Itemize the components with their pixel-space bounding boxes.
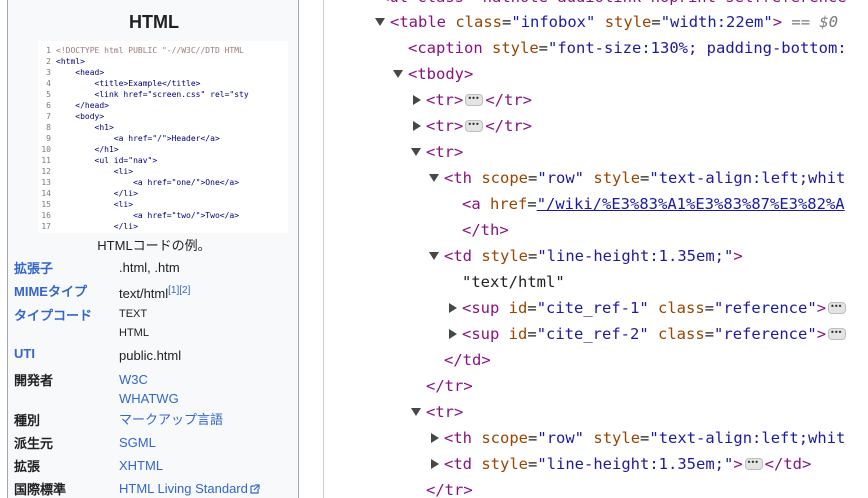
ellipsis-icon[interactable] xyxy=(744,450,763,476)
mime-value-text: text/html xyxy=(119,286,169,301)
typecode-value-1: TEXT xyxy=(119,308,148,320)
collapse-triangle-icon[interactable] xyxy=(431,459,439,469)
standard-link[interactable]: HTML Living Standard xyxy=(119,481,248,496)
infobox: HTML 1 <!DOCTYPE html PUBLIC "-//W3C//DTD… xyxy=(7,0,299,498)
extended-to-link[interactable]: XHTML xyxy=(119,458,163,473)
ellipsis-icon[interactable] xyxy=(828,294,847,320)
code-line: 11 <ul id="nav"> xyxy=(41,156,158,165)
expand-triangle-icon[interactable] xyxy=(393,70,403,78)
expand-triangle-icon[interactable] xyxy=(429,252,439,260)
ellipsis-icon[interactable] xyxy=(465,86,484,112)
pane-divider[interactable] xyxy=(300,0,324,498)
code-line: 7 <body> xyxy=(46,112,105,121)
infobox-value-derived-from: SGML xyxy=(119,433,156,452)
code-line: 2 <html> xyxy=(46,57,85,66)
typecode-value-2: HTML xyxy=(119,327,149,339)
code-line: 4 <title>Example</title> xyxy=(46,79,201,88)
code-line: 3 <head> xyxy=(46,68,105,77)
html-code-example-image[interactable]: 1 <!DOCTYPE html PUBLIC "-//W3C//DTD HTML… xyxy=(38,41,288,233)
code-line: 1 <!DOCTYPE html PUBLIC "-//W3C//DTD HTML xyxy=(46,46,244,55)
kind-link[interactable]: マークアップ言語 xyxy=(119,412,223,427)
code-line: 16 <a href="two/">Two</a> xyxy=(41,211,240,220)
infobox-label-kind: 種別 xyxy=(14,413,41,428)
wikipedia-article-pane: HTML 1 <!DOCTYPE html PUBLIC "-//W3C//DTD… xyxy=(0,0,300,498)
infobox-value-typecode: TEXT HTML xyxy=(119,305,149,343)
devtools-elements-panel: <ul class="hatnote audiolink noprint sel… xyxy=(324,0,868,498)
collapse-triangle-icon[interactable] xyxy=(449,329,457,339)
expand-triangle-icon[interactable] xyxy=(429,174,439,182)
code-line: 13 <a href="one/">One</a> xyxy=(41,178,240,187)
expand-triangle-icon[interactable] xyxy=(411,408,421,416)
ellipsis-icon[interactable] xyxy=(828,320,847,346)
code-line: 12 <li> xyxy=(41,167,134,176)
dom-node-table[interactable]: <table class="infobox" style="width:22em… xyxy=(324,9,868,35)
infobox-title: HTML xyxy=(129,12,179,32)
collapse-triangle-icon[interactable] xyxy=(431,433,439,443)
infobox-value-extension: .html, .htm xyxy=(119,260,180,275)
code-line: 9 <a href="/">Header</a> xyxy=(46,134,220,143)
infobox-label-derived-from: 派生元 xyxy=(14,436,54,451)
infobox-value-developer: W3C WHATWG xyxy=(119,370,179,408)
code-line: 14 </li> xyxy=(41,189,138,198)
code-line: 10 </h1> xyxy=(41,145,119,154)
developer-link-w3c[interactable]: W3C xyxy=(119,370,179,389)
citation-ref[interactable]: [1][2] xyxy=(168,285,190,296)
infobox-value-uti: public.html xyxy=(119,348,182,363)
infobox-value-extended-to: XHTML xyxy=(119,456,163,475)
infobox-label-standard: 国際標準 xyxy=(14,482,67,497)
infobox-label-extended-to: 拡張 xyxy=(14,459,41,474)
infobox-label-typecode[interactable]: タイプコード xyxy=(14,305,92,324)
ellipsis-icon[interactable] xyxy=(465,112,484,138)
collapse-triangle-icon[interactable] xyxy=(413,95,421,105)
infobox-label-developer: 開発者 xyxy=(14,373,54,388)
image-caption: HTMLコードの例。 xyxy=(97,238,211,253)
href-link[interactable]: "/wiki/%E3%83%A1%E3%83%87%E3%82%A xyxy=(537,195,845,213)
external-link-icon xyxy=(250,484,260,494)
collapse-triangle-icon[interactable] xyxy=(413,121,421,131)
infobox-value-kind: マークアップ言語 xyxy=(119,410,223,429)
collapse-triangle-icon[interactable] xyxy=(449,303,457,313)
code-line: 17 </li> xyxy=(41,222,138,231)
infobox-value-standard: HTML Living Standard xyxy=(119,479,260,498)
expand-triangle-icon[interactable] xyxy=(411,148,421,156)
selected-node-marker: == $0 xyxy=(791,13,839,31)
code-line: 5 <link href="screen.css" rel="sty xyxy=(46,90,249,99)
developer-link-whatwg[interactable]: WHATWG xyxy=(119,389,179,408)
derived-from-link[interactable]: SGML xyxy=(119,435,156,450)
code-line: 8 <h1> xyxy=(46,123,114,132)
infobox-label-uti[interactable]: UTI xyxy=(14,346,35,361)
code-line: 6 </head> xyxy=(46,101,109,110)
infobox-value-mime: text/html[1][2] xyxy=(119,281,190,303)
infobox-label-extension[interactable]: 拡張子 xyxy=(14,258,53,277)
expand-triangle-icon[interactable] xyxy=(375,18,385,26)
infobox-label-mime[interactable]: MIMEタイプ xyxy=(14,281,87,300)
code-line: 15 <li> xyxy=(41,200,134,209)
